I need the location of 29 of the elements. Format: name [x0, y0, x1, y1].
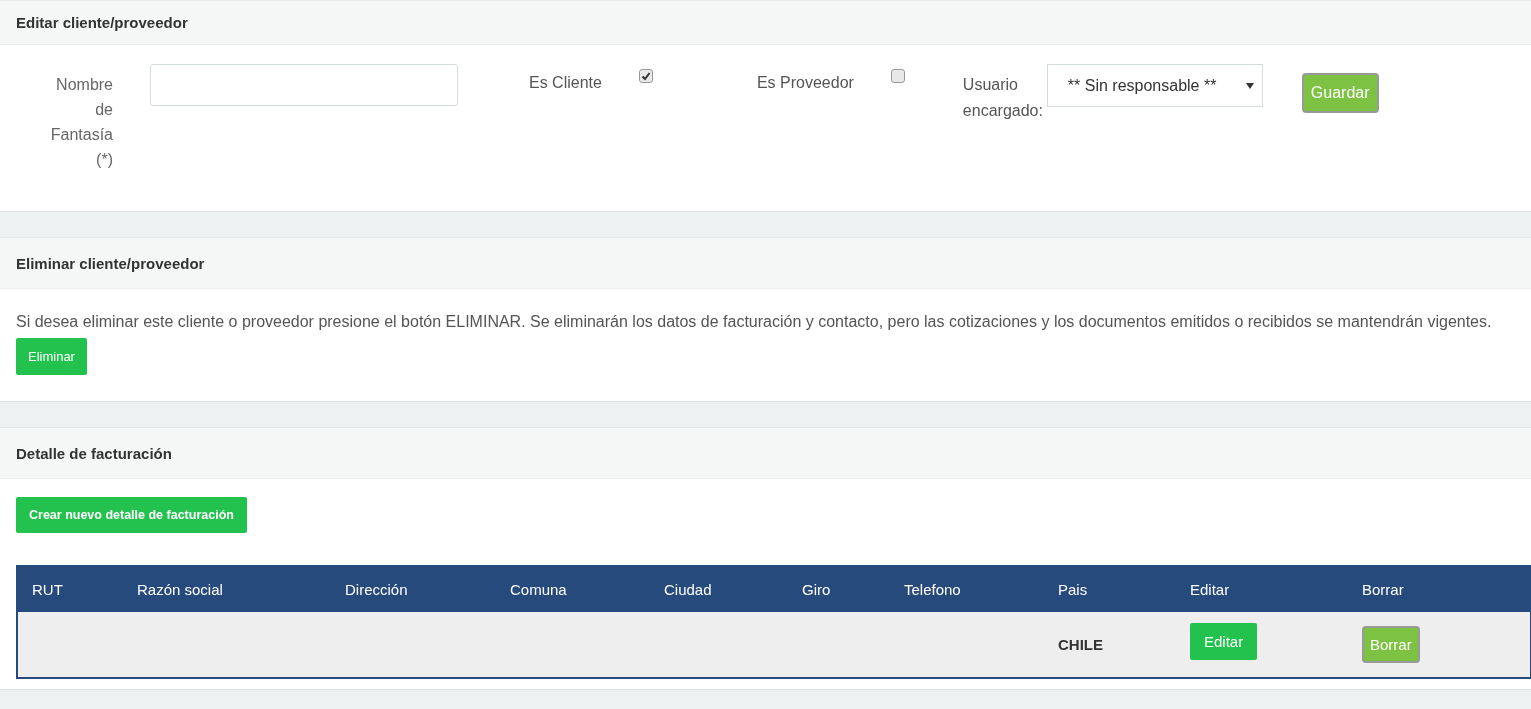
checkbox-label: Es Cliente — [529, 74, 602, 92]
field-label: Usuario encargado: — [962, 75, 1044, 121]
delete-button[interactable]: Borrar — [1362, 626, 1420, 663]
column-header: Ciudad — [650, 566, 788, 612]
column-header: Borrar — [1348, 566, 1531, 612]
checkbox[interactable] — [890, 69, 905, 83]
field-label: Nombre de Fantasía (*) — [49, 75, 113, 170]
column-header: Telefono — [890, 566, 1044, 612]
column-header: Razón social — [123, 566, 331, 612]
create-button[interactable]: Crear nuevo detalle de facturación — [16, 497, 247, 533]
description-text: Si desea eliminar este cliente o proveedor presione el botón ELIMINAR. Se eliminarán los datos de facturación y contacto, pero las cotizaciones y los documentos emitidos o recibidos se mantendrán vigentes. — [16, 312, 1493, 332]
edit-button[interactable]: Editar — [1190, 623, 1258, 660]
column-header: Giro — [788, 566, 890, 612]
column-header: Editar — [1176, 566, 1348, 612]
owner-dropdown[interactable]: ** Sin responsable ** — [1046, 64, 1263, 107]
column-header: Pais — [1044, 566, 1176, 612]
table-cell: CHILE — [1058, 636, 1103, 653]
checkbox[interactable] — [638, 69, 653, 83]
column-header: Dirección — [331, 566, 496, 612]
panel-title: Eliminar cliente/proveedor — [16, 254, 205, 272]
checkbox-label: Es Proveedor — [756, 74, 854, 92]
caret-icon — [1245, 82, 1254, 89]
column-header: Comuna — [496, 566, 650, 612]
panel-title: Editar cliente/proveedor — [16, 14, 188, 31]
delete-button[interactable]: Eliminar — [16, 338, 87, 375]
column-header: RUT — [17, 566, 123, 612]
panel-title: Detalle de facturación — [16, 444, 172, 462]
save-button[interactable]: Guardar — [1301, 73, 1379, 113]
input-field[interactable] — [150, 64, 458, 106]
